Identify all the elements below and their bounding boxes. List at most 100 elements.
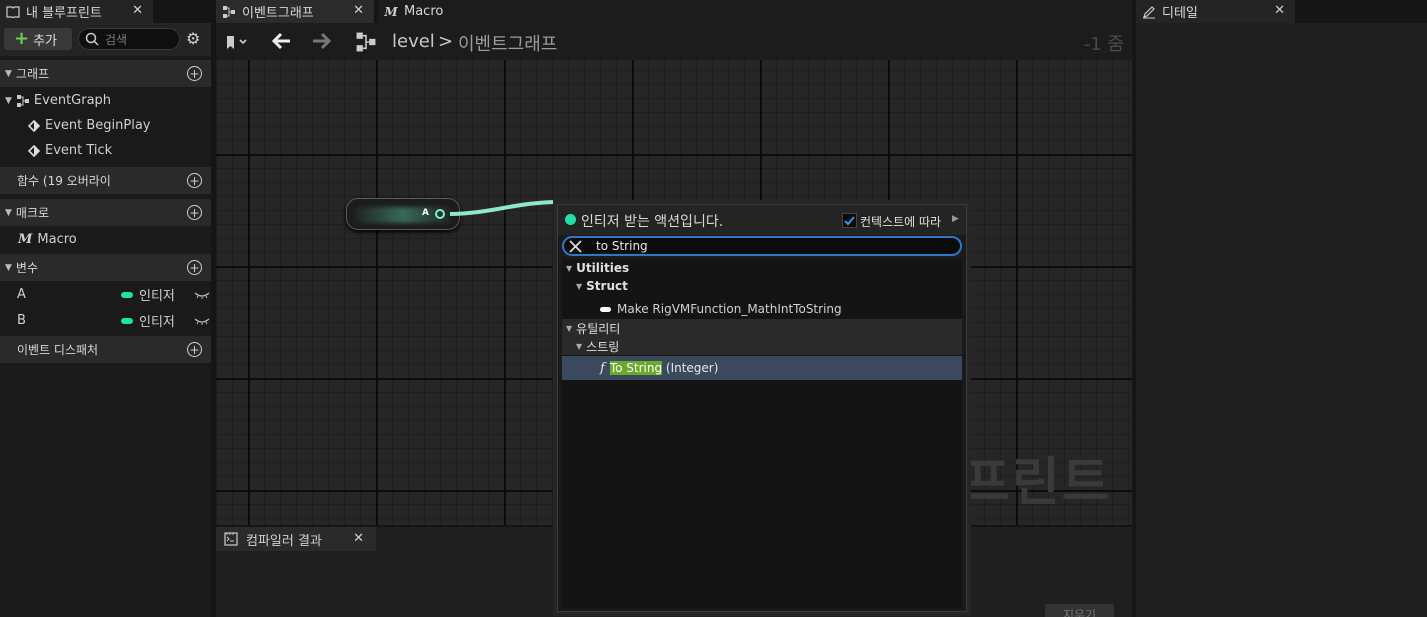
close-icon[interactable]: ✕ [353,3,364,18]
add-circle-icon[interactable]: + [187,260,202,275]
tree-item-macro[interactable]: M Macro [0,227,211,252]
context-label: 컨텍스트에 따라 [860,215,942,229]
graph-watermark: 프린트 [962,453,1112,513]
add-circle-icon[interactable]: + [187,342,202,357]
breadcrumb-current: 이벤트그래프 [458,34,558,55]
section-functions[interactable]: 함수 (19 오버라이 + [0,167,211,194]
context-checkbox[interactable] [842,213,857,228]
caret-down-icon: ▼ [5,68,12,79]
graph-icon [222,5,236,19]
struct-pill-icon [600,306,611,312]
action-item-label: Make RigVMFunction_MathIntToString [617,302,842,316]
search-placeholder: 검색 [105,32,128,47]
search-match-highlight: To String [609,361,663,375]
caret-right-icon[interactable]: ▶ [952,214,959,224]
macro-icon: M [384,4,398,19]
add-circle-icon[interactable]: + [187,66,202,81]
variable-type: 인티저 [139,289,175,304]
tab-details[interactable]: 디테일 ✕ [1136,0,1295,23]
action-item-label: (Integer) [662,361,719,375]
tab-macro[interactable]: M Macro [378,0,1132,23]
wire-connection [449,200,559,216]
tab-label: 디테일 [1162,6,1198,21]
category-label: 유틸리티 [576,321,621,336]
category-label: 스트링 [586,339,620,354]
tree-item-label: EventGraph [33,93,112,108]
tab-label: Macro [404,4,444,19]
variable-name: A [17,287,26,302]
section-event-dispatchers[interactable]: 이벤트 디스패처 + [0,336,211,363]
caret-down-icon: ▼ [5,95,12,106]
add-circle-icon[interactable]: + [187,205,202,220]
compiler-icon [224,532,238,546]
variable-get-node[interactable]: A [346,198,460,230]
variable-row[interactable]: B 인티저 [0,308,211,333]
category-struct[interactable]: ▼ Struct [562,277,962,295]
event-diamond-icon [28,144,40,157]
node-pin-label: A [422,208,429,218]
tree-item-begin-play[interactable]: Event BeginPlay [0,113,211,138]
category-label: Struct [586,279,628,293]
search-input[interactable]: 검색 [78,28,180,50]
bookmark-icon[interactable] [224,34,248,50]
blueprint-toolbar: + 추가 검색 ⚙ [0,23,211,56]
details-panel [1136,23,1427,617]
tab-label: 내 블루프린트 [26,6,102,21]
section-label: 변수 [15,261,39,275]
caret-down-icon: ▼ [576,281,583,291]
arrow-right-icon[interactable] [311,32,331,50]
plus-icon: + [14,28,30,49]
category-string-kr[interactable]: ▼ 스트링 [562,337,962,355]
checkmark-icon [844,215,855,225]
action-search-value: to String [596,239,648,253]
clear-button[interactable]: 지우기 [1045,604,1114,617]
caret-down-icon: ▼ [5,207,12,218]
graph-icon [16,94,30,108]
close-icon[interactable]: ✕ [353,531,364,546]
section-label: 그래프 [15,67,50,81]
breadcrumb-separator: > [438,31,454,52]
integer-dot-icon [565,214,576,225]
function-icon: f [600,360,605,376]
caret-down-icon: ▼ [5,262,12,273]
tree-item-tick[interactable]: Event Tick [0,138,211,163]
action-menu: 인티저 받는 액션입니다. 컨텍스트에 따라 ▶ to String ▼ Uti… [557,204,967,612]
zoom-level: -1 줌 [1083,34,1124,55]
variable-row[interactable]: A 인티저 [0,282,211,307]
gear-icon[interactable]: ⚙ [186,29,200,48]
category-utilities[interactable]: ▼ Utilities [562,259,962,277]
tab-my-blueprint[interactable]: 내 블루프린트 ✕ [0,0,153,23]
action-search-input[interactable]: to String [562,236,962,256]
output-pin-icon[interactable] [435,209,445,219]
action-list: ▼ Utilities ▼ Struct Make RigVMFunction_… [562,259,962,609]
section-variables[interactable]: ▼ 변수 + [0,254,211,281]
section-macros[interactable]: ▼ 매크로 + [0,199,211,226]
close-icon[interactable]: ✕ [132,3,143,18]
search-icon [85,32,99,46]
event-diamond-icon [28,119,40,132]
section-label: 이벤트 디스패처 [17,343,99,357]
breadcrumb-root[interactable]: level [392,31,435,52]
close-icon[interactable]: ✕ [1274,3,1285,18]
tab-compiler-results[interactable]: 컴파일러 결과 ✕ [216,527,376,551]
arrow-left-icon[interactable] [272,32,292,50]
section-label: 매크로 [15,206,50,220]
action-item-make-rigvm[interactable]: Make RigVMFunction_MathIntToString [562,299,962,319]
action-item-to-string-integer[interactable]: f To String (Integer) [562,356,962,380]
eye-closed-icon[interactable] [194,316,210,326]
add-button[interactable]: + 추가 [4,28,72,50]
section-graph[interactable]: ▼ 그래프 + [0,60,211,87]
tab-event-graph[interactable]: 이벤트그래프 ✕ [216,0,374,23]
add-circle-icon[interactable]: + [187,173,202,188]
tree-item-eventgraph[interactable]: ▼ EventGraph [0,88,211,113]
variable-name: B [17,313,26,328]
integer-pill-icon [121,291,133,298]
caret-down-icon: ▼ [566,323,573,333]
category-utility-kr[interactable]: ▼ 유틸리티 [562,319,962,337]
eye-closed-icon[interactable] [194,290,210,300]
tree-item-label: Event BeginPlay [45,118,151,133]
macro-icon: M [18,232,33,247]
add-label: 추가 [33,33,58,49]
caret-down-icon: ▼ [576,341,583,351]
clear-search-icon[interactable] [569,240,582,253]
